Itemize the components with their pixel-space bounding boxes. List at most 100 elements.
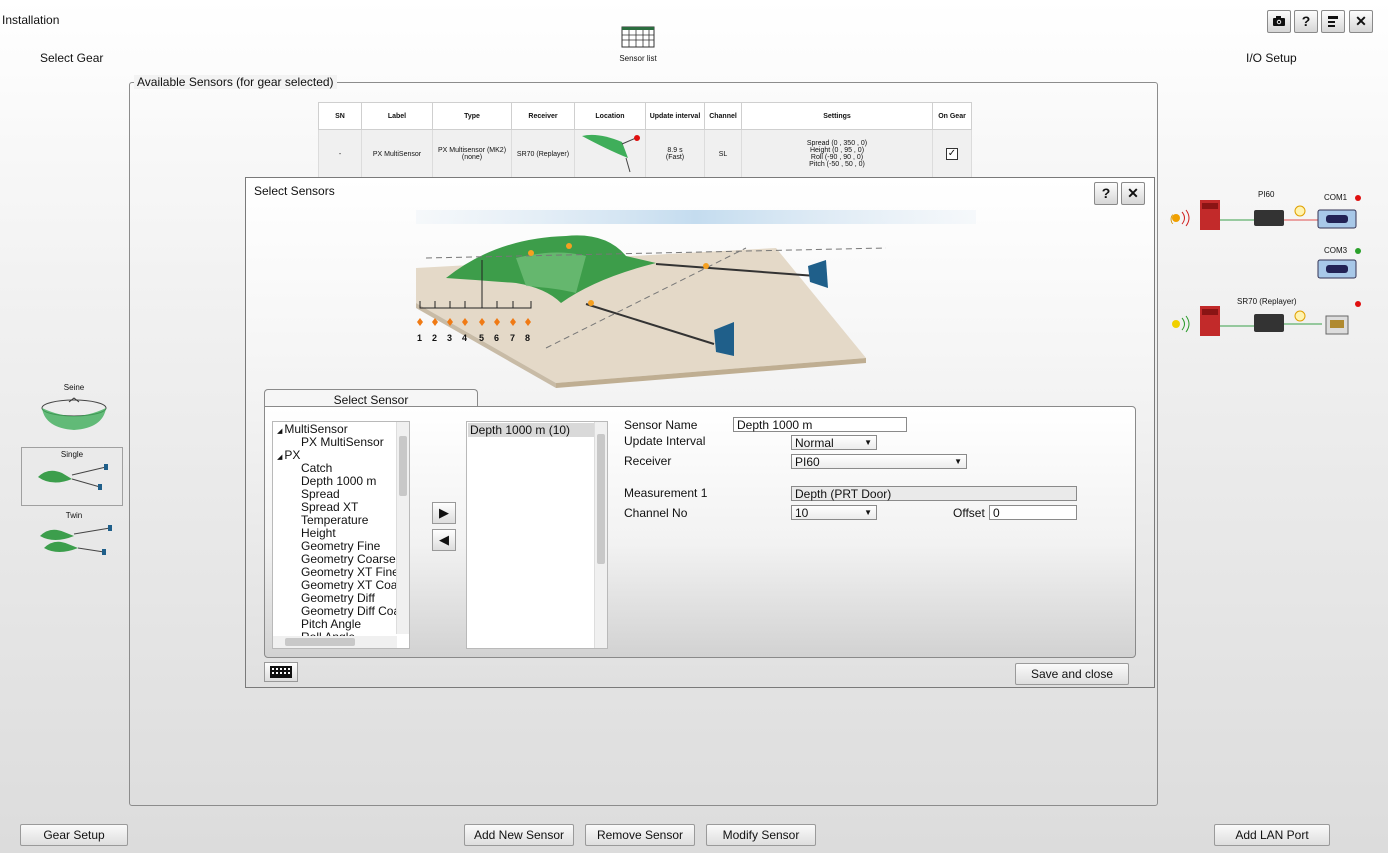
on-gear-checkbox[interactable]: ✓ (946, 148, 958, 160)
com3-status-dot (1355, 248, 1361, 254)
keyboard-icon (270, 666, 292, 678)
io-setup-title: I/O Setup (1246, 51, 1297, 65)
position-5[interactable]: 5 (479, 333, 484, 343)
column-header: SN (318, 102, 362, 130)
setting-line: Pitch (-50 , 50 , 0) (809, 161, 865, 168)
twin-trawl-icon (40, 525, 112, 555)
dropdown-value: PI60 (795, 455, 820, 469)
column-header: Type (432, 102, 512, 130)
seine-net-icon (41, 397, 107, 430)
port-com1-label[interactable]: COM1 (1324, 193, 1347, 202)
selected-sensors-list[interactable]: Depth 1000 m (10) (466, 421, 608, 649)
help-button[interactable]: ? (1294, 10, 1318, 33)
restore-icon (1328, 16, 1338, 27)
cell-label: PX MultiSensor (361, 129, 433, 179)
receiver-label: Receiver (624, 454, 672, 468)
gear-label: Twin (65, 511, 83, 520)
modify-sensor-button[interactable]: Modify Sensor (706, 824, 816, 846)
column-header: On Gear (932, 102, 972, 130)
gear-setup-button[interactable]: Gear Setup (20, 824, 128, 846)
offset-input[interactable]: 0 (989, 505, 1077, 520)
position-1[interactable]: 1 (417, 333, 422, 343)
list-vertical-scrollbar[interactable] (594, 422, 607, 648)
measurement-field: Depth (PRT Door) (791, 486, 1077, 501)
close-icon: ✕ (1127, 185, 1139, 201)
column-header: Update interval (645, 102, 705, 130)
position-7[interactable]: 7 (510, 333, 515, 343)
column-header: Receiver (511, 102, 575, 130)
gear-single[interactable]: Single (21, 447, 123, 506)
com1-status-dot (1355, 195, 1361, 201)
dropdown-value: 10 (795, 506, 809, 520)
add-new-sensor-button[interactable]: Add New Sensor (464, 824, 574, 846)
cell-update: 8.9 s (Fast) (645, 129, 705, 179)
column-header: Location (574, 102, 646, 130)
gear-twin[interactable]: Twin (26, 511, 122, 571)
sensor-name-input[interactable]: Depth 1000 m (733, 417, 907, 432)
table-header-row: SN Label Type Receiver Location Update i… (318, 102, 972, 130)
update-interval-dropdown[interactable]: Normal ▼ (791, 435, 877, 450)
play-left-icon: ◀ (439, 532, 449, 547)
tree-item-px[interactable]: ◢ PX (277, 449, 300, 464)
gear-seine[interactable]: Seine (26, 383, 122, 441)
position-8[interactable]: 8 (525, 333, 530, 343)
io-diagram: ( (1160, 180, 1380, 360)
setting-line: Roll (-90 , 90 , 0) (810, 154, 864, 161)
position-4[interactable]: 4 (462, 333, 467, 343)
position-3[interactable]: 3 (447, 333, 452, 343)
update-interval-label: Update Interval (624, 434, 706, 448)
position-2[interactable]: 2 (432, 333, 437, 343)
dropdown-value: Normal (795, 436, 834, 450)
list-item[interactable]: Depth 1000 m (10) (468, 423, 594, 437)
sensors-table: SN Label Type Receiver Location Update i… (318, 102, 972, 179)
cell-settings: Spread (0 , 350 , 0) Height (0 , 95 , 0)… (741, 129, 933, 179)
keyboard-button[interactable] (264, 662, 298, 682)
tree-horizontal-scrollbar[interactable] (273, 636, 397, 648)
tree-item-pitch-angle[interactable]: Pitch Angle (301, 618, 361, 631)
cell-type: PX Multisensor (MK2) (none) (432, 129, 512, 179)
device-pi60-label: PI60 (1258, 190, 1275, 199)
sensor-list-label: Sensor list (619, 54, 657, 63)
remove-sensor-button[interactable]: Remove Sensor (585, 824, 695, 846)
select-sensors-dialog: Select Sensors ? ✕ 1 2 3 4 5 6 7 8 Selec… (245, 177, 1155, 688)
single-trawl-icon (38, 464, 108, 490)
tree-label: MultiSensor (284, 422, 348, 436)
gear-label: Single (60, 450, 84, 459)
window-title: Installation (2, 13, 60, 27)
save-and-close-button[interactable]: Save and close (1015, 663, 1129, 685)
tree-vertical-scrollbar[interactable] (396, 422, 409, 634)
screenshot-button[interactable] (1267, 10, 1291, 33)
close-window-button[interactable]: ✕ (1349, 10, 1373, 33)
remove-sensor-arrow-button[interactable]: ◀ (432, 529, 456, 551)
play-right-icon: ▶ (439, 505, 449, 520)
chevron-down-icon: ▼ (954, 457, 962, 466)
table-row[interactable]: - PX MultiSensor PX Multisensor (MK2) (n… (318, 129, 972, 179)
tree-label: PX (284, 448, 301, 462)
sensor-tree[interactable]: ◢ MultiSensor PX MultiSensor ◢ PX Catch … (272, 421, 410, 649)
measurement-label: Measurement 1 (624, 486, 708, 500)
close-icon: ✕ (1355, 13, 1367, 29)
position-6[interactable]: 6 (494, 333, 499, 343)
receiver-dropdown[interactable]: PI60 ▼ (791, 454, 967, 469)
cell-location (574, 129, 646, 179)
sensor-list-button[interactable]: Sensor list (612, 26, 664, 63)
offset-label: Offset (953, 506, 985, 520)
cell-on-gear: ✓ (932, 129, 972, 179)
column-header: Settings (741, 102, 933, 130)
column-header: Label (361, 102, 433, 130)
trawl-illustration (416, 210, 976, 388)
setting-line: Spread (0 , 350 , 0) (806, 140, 868, 147)
chevron-down-icon: ▼ (864, 508, 872, 517)
tree-item-px-multisensor[interactable]: PX MultiSensor (301, 436, 384, 449)
sr70-status-dot (1355, 301, 1361, 307)
channel-dropdown[interactable]: 10 ▼ (791, 505, 877, 520)
column-header: Channel (704, 102, 742, 130)
cell-sn: - (318, 129, 362, 179)
port-com3-label[interactable]: COM3 (1324, 246, 1347, 255)
sensor-name-label: Sensor Name (624, 418, 698, 432)
restore-button[interactable] (1321, 10, 1345, 33)
add-sensor-arrow-button[interactable]: ▶ (432, 502, 456, 524)
add-lan-port-button[interactable]: Add LAN Port (1214, 824, 1330, 846)
dialog-help-button[interactable]: ? (1094, 182, 1118, 205)
dialog-close-button[interactable]: ✕ (1121, 182, 1145, 205)
